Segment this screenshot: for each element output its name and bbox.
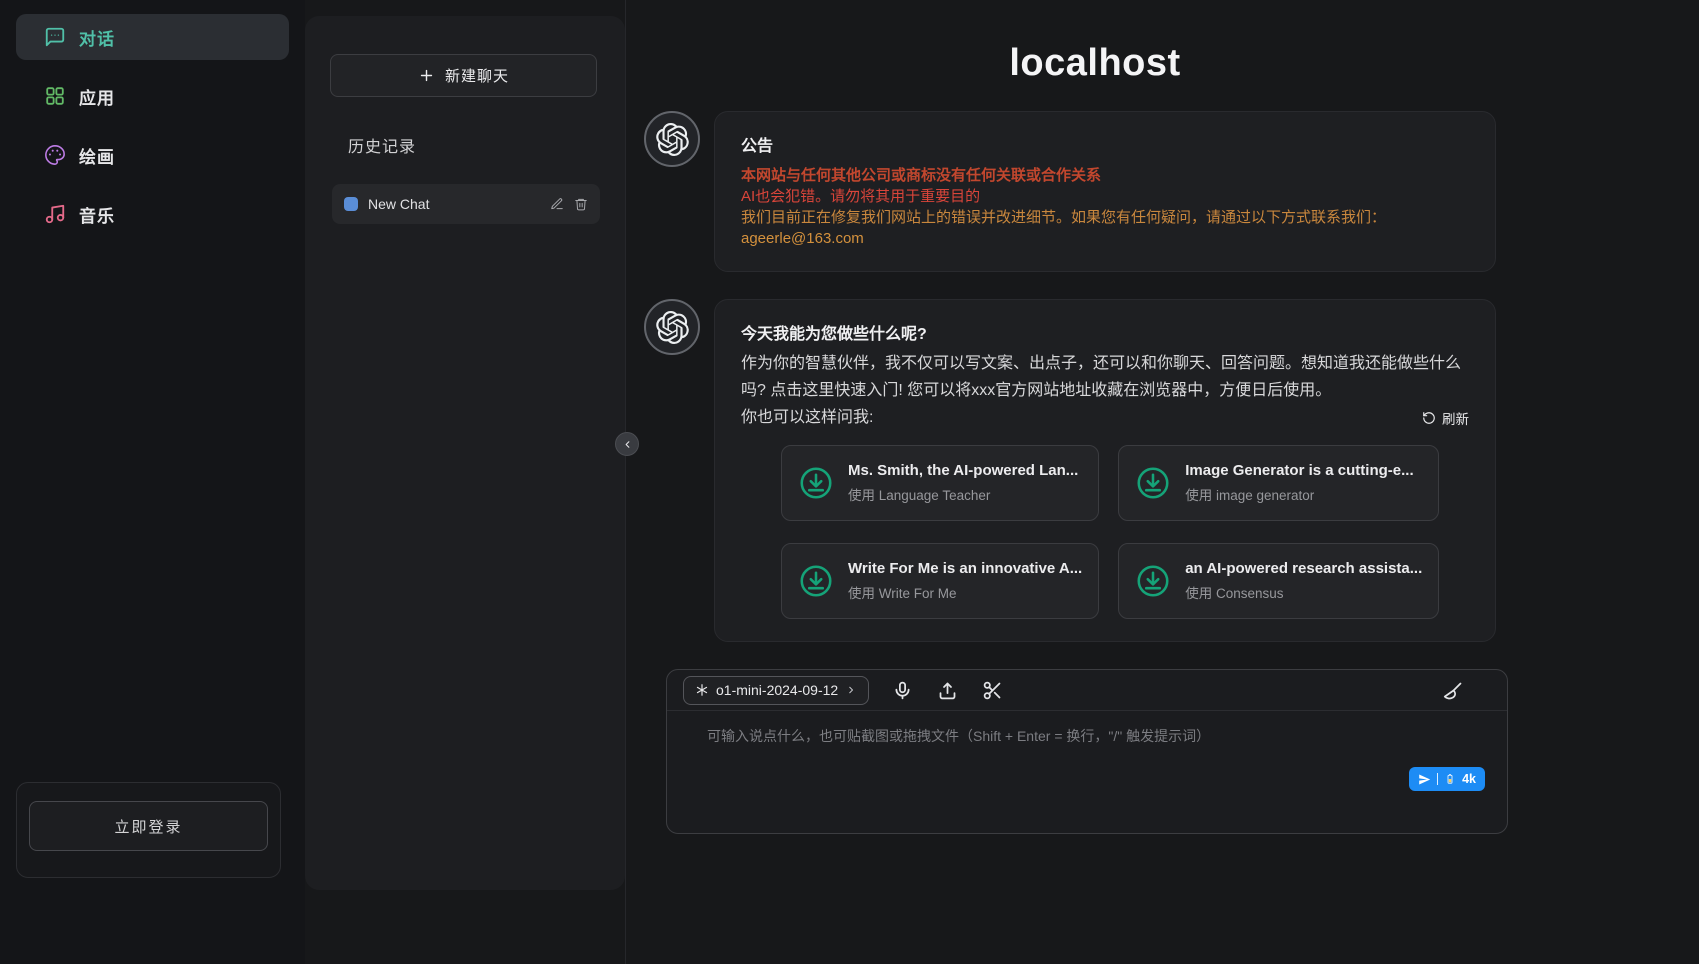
download-circle-icon (798, 465, 834, 501)
plus-icon (418, 67, 435, 84)
apps-grid-icon (44, 85, 66, 107)
announcement-title: 公告 (741, 132, 1469, 156)
login-panel: 立即登录 (16, 782, 281, 878)
sidebar-item-label: 对话 (79, 25, 115, 50)
delete-icon[interactable] (574, 197, 588, 211)
model-selector[interactable]: o1-mini-2024-09-12 (683, 676, 869, 705)
suggestion-grid: Ms. Smith, the AI-powered Lan... 使用 Lang… (781, 445, 1429, 619)
announcement-bubble: 公告 本网站与任何其他公司或商标没有任何关联或合作关系 AI也会犯错。请勿将其用… (714, 111, 1496, 272)
login-button[interactable]: 立即登录 (29, 801, 268, 851)
suggestion-title: Image Generator is a cutting-e... (1185, 462, 1413, 479)
chat-main: localhost 公告 本网站与任何其他公司或商标没有任何关联或合作关系 AI… (626, 0, 1546, 964)
welcome-bubble: 今天我能为您做些什么呢? 作为你的智慧伙伴，我不仅可以写文案、出点子，还可以和你… (714, 299, 1496, 642)
welcome-hint-row: 你也可以这样问我: 刷新 (741, 404, 1469, 431)
app-window: 对话 应用 绘画 音乐 立即登录 (0, 0, 1699, 964)
chevron-left-icon (621, 438, 634, 451)
suggestion-subtitle: 使用 image generator (1185, 484, 1413, 504)
suggestion-card[interactable]: an AI-powered research assista... 使用 Con… (1118, 543, 1439, 619)
badge-divider (1437, 773, 1438, 785)
refresh-suggestions-button[interactable]: 刷新 (1422, 408, 1469, 428)
upload-file-button[interactable] (935, 678, 959, 702)
announcement-line: 我们目前正在修复我们网站上的错误并改进细节。如果您有任何疑问，请通过以下方式联系… (741, 207, 1469, 228)
download-circle-icon (1135, 465, 1171, 501)
chat-color-swatch (344, 197, 358, 211)
message-welcome: 今天我能为您做些什么呢? 作为你的智慧伙伴，我不仅可以写文案、出点子，还可以和你… (644, 299, 1546, 642)
palette-icon (44, 144, 66, 166)
sidebar-item-paint[interactable]: 绘画 (16, 132, 289, 178)
ask-hint: 你也可以这样问我: (741, 404, 873, 431)
contact-email-link[interactable]: ageerle@163.com (741, 228, 864, 249)
chat-list-panel: 新建聊天 历史记录 New Chat (305, 16, 625, 890)
send-token-badge[interactable]: 4k (1409, 767, 1485, 791)
clear-context-button[interactable] (1441, 678, 1465, 702)
refresh-icon (1422, 411, 1436, 425)
suggestion-title: an AI-powered research assista... (1185, 560, 1422, 577)
suggestion-subtitle: 使用 Language Teacher (848, 484, 1078, 504)
send-icon (1418, 773, 1431, 786)
collapse-sidebar-button[interactable] (615, 432, 639, 456)
sparkle-icon (695, 683, 709, 697)
welcome-title: 今天我能为您做些什么呢? (741, 320, 1469, 344)
announcement-line: AI也会犯错。请勿将其用于重要目的 (741, 186, 1469, 207)
scissors-icon (982, 680, 1003, 701)
microphone-icon (892, 680, 913, 701)
suggestion-card[interactable]: Image Generator is a cutting-e... 使用 ima… (1118, 445, 1439, 521)
upload-icon (937, 680, 958, 701)
voice-input-button[interactable] (890, 678, 914, 702)
chat-item-title: New Chat (368, 196, 540, 212)
sidebar-item-label: 绘画 (79, 143, 115, 168)
announcement-line: 本网站与任何其他公司或商标没有任何关联或合作关系 (741, 165, 1469, 186)
sidebar-item-apps[interactable]: 应用 (16, 73, 289, 119)
sidebar-item-music[interactable]: 音乐 (16, 191, 289, 237)
chat-item-actions (550, 197, 588, 211)
chat-icon (44, 26, 66, 48)
token-count: 4k (1462, 772, 1476, 786)
openai-logo-icon (656, 311, 689, 344)
suggestion-subtitle: 使用 Consensus (1185, 582, 1422, 602)
edit-icon[interactable] (550, 197, 564, 211)
history-title: 历史记录 (348, 133, 600, 157)
refresh-label: 刷新 (1442, 408, 1469, 428)
sidebar: 对话 应用 绘画 音乐 立即登录 (0, 0, 305, 964)
new-chat-label: 新建聊天 (445, 65, 509, 86)
suggestion-subtitle: 使用 Write For Me (848, 582, 1082, 602)
suggestion-card[interactable]: Write For Me is an innovative A... 使用 Wr… (781, 543, 1099, 619)
download-circle-icon (1135, 563, 1171, 599)
page-title: localhost (644, 42, 1546, 85)
download-circle-icon (798, 563, 834, 599)
broom-icon (1443, 680, 1464, 701)
welcome-body: 作为你的智慧伙伴，我不仅可以写文案、出点子，还可以和你聊天、回答问题。想知道我还… (741, 350, 1469, 404)
screenshot-button[interactable] (980, 678, 1004, 702)
suggestion-title: Write For Me is an innovative A... (848, 560, 1082, 577)
model-name: o1-mini-2024-09-12 (716, 682, 838, 698)
new-chat-button[interactable]: 新建聊天 (330, 54, 597, 97)
assistant-avatar (644, 299, 700, 355)
message-announcement: 公告 本网站与任何其他公司或商标没有任何关联或合作关系 AI也会犯错。请勿将其用… (644, 111, 1546, 272)
composer-toolbar: o1-mini-2024-09-12 (667, 670, 1507, 711)
sidebar-item-label: 音乐 (79, 202, 115, 227)
chevron-right-icon (845, 684, 857, 696)
sidebar-item-chat[interactable]: 对话 (16, 14, 289, 60)
assistant-avatar (644, 111, 700, 167)
suggestion-title: Ms. Smith, the AI-powered Lan... (848, 462, 1078, 479)
battery-icon (1444, 773, 1456, 785)
sidebar-item-label: 应用 (79, 84, 115, 109)
sidebar-nav: 对话 应用 绘画 音乐 (0, 0, 305, 237)
composer: o1-mini-2024-09-12 (666, 669, 1508, 834)
music-note-icon (44, 203, 66, 225)
chat-history-item[interactable]: New Chat (332, 184, 600, 224)
suggestion-card[interactable]: Ms. Smith, the AI-powered Lan... 使用 Lang… (781, 445, 1099, 521)
openai-logo-icon (656, 123, 689, 156)
message-input[interactable] (667, 711, 1507, 833)
